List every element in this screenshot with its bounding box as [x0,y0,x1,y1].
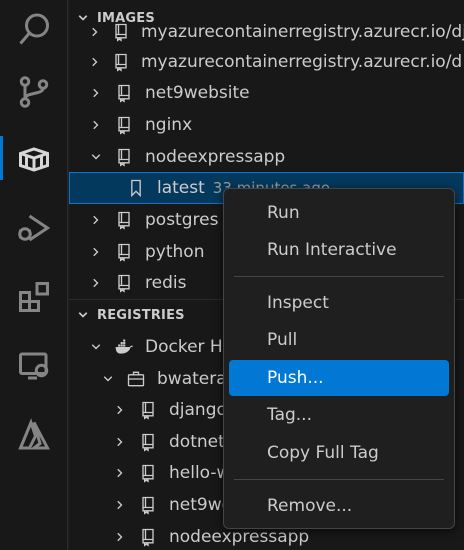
repository-icon [111,51,131,73]
image-label: postgres [145,210,219,230]
activity-bar [0,0,68,550]
image-label: myazurecontainerregistry.azurecr.io/dj [141,22,464,42]
context-menu: Run Run Interactive Inspect Pull Push...… [223,188,455,529]
chevron-right-icon [89,213,103,227]
repository-icon [113,241,135,263]
chevron-right-icon [89,118,103,132]
chevron-down-icon [89,340,103,354]
tag-icon [125,177,147,199]
image-row[interactable]: nginx [69,109,464,141]
menu-item-copy-full-tag[interactable]: Copy Full Tag [229,435,449,471]
remote-explorer-icon[interactable] [0,336,68,396]
chevron-right-icon [89,276,103,290]
chevron-right-icon [89,86,103,100]
repository-icon [111,21,131,43]
menu-separator [234,276,444,277]
repository-icon [137,431,159,453]
menu-item-tag[interactable]: Tag... [229,397,449,433]
chevron-right-icon [113,403,127,417]
repository-icon [113,272,135,294]
image-row-expanded[interactable]: nodeexpressapp [69,141,464,173]
source-control-icon[interactable] [0,62,68,122]
image-label: nginx [145,115,193,135]
menu-item-inspect[interactable]: Inspect [229,285,449,321]
docker-whale-icon [113,336,135,358]
image-label: nodeexpressapp [145,147,286,167]
briefcase-icon [125,368,147,390]
azure-icon[interactable] [0,406,68,466]
chevron-right-icon [89,245,103,259]
menu-item-pull[interactable]: Pull [229,322,449,358]
registry-repo-label: dotnet [169,432,225,452]
chevron-right-icon [113,530,127,544]
registry-repo-label: nodeexpressapp [169,527,310,547]
menu-item-run-interactive[interactable]: Run Interactive [229,232,449,268]
chevron-right-icon [113,435,127,449]
image-label: redis [145,273,187,293]
search-icon[interactable] [0,0,68,60]
image-row[interactable]: net9website [69,77,464,109]
menu-separator [234,479,444,480]
repository-icon [113,146,135,168]
repository-icon [137,526,159,548]
image-label: myazurecontainerregistry.azurecr.io/d... [141,52,464,72]
menu-item-remove[interactable]: Remove... [229,488,449,524]
chevron-down-icon [69,309,97,321]
menu-item-run[interactable]: Run [229,195,449,231]
image-label: python [145,242,205,262]
extensions-icon[interactable] [0,267,68,327]
registry-repo-label: django [169,400,227,420]
repository-icon [113,114,135,136]
tag-label: latest [157,178,205,198]
menu-item-push[interactable]: Push... [229,360,449,396]
repository-icon [137,462,159,484]
run-debug-icon[interactable] [0,198,68,258]
image-label: net9website [145,83,250,103]
repository-icon [137,399,159,421]
repository-icon [137,494,159,516]
image-row[interactable]: myazurecontainerregistry.azurecr.io/dj [69,16,464,48]
chevron-down-icon [89,150,103,164]
docker-icon[interactable] [0,128,68,188]
image-row[interactable]: myazurecontainerregistry.azurecr.io/d... [69,46,464,78]
repository-icon [113,82,135,104]
chevron-down-icon [101,372,115,386]
registries-section-title: REGISTRIES [97,307,185,323]
chevron-right-icon [89,55,101,69]
chevron-right-icon [113,498,127,512]
chevron-right-icon [89,25,101,39]
chevron-right-icon [113,466,127,480]
repository-icon [113,209,135,231]
